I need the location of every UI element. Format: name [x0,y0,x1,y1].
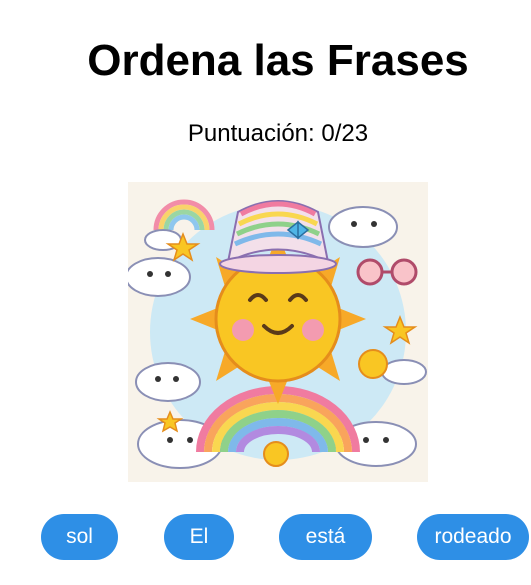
word-tile-sol[interactable]: sol [41,514,118,560]
word-tile-rodeado[interactable]: rodeado [417,514,529,560]
word-tile-el[interactable]: El [164,514,234,560]
score-label: Puntuación: 0/23 [187,120,369,147]
sun-illustration-icon [128,182,428,482]
word-tile-esta[interactable]: está [279,514,372,560]
game-title: Ordena las Frases [87,36,469,85]
